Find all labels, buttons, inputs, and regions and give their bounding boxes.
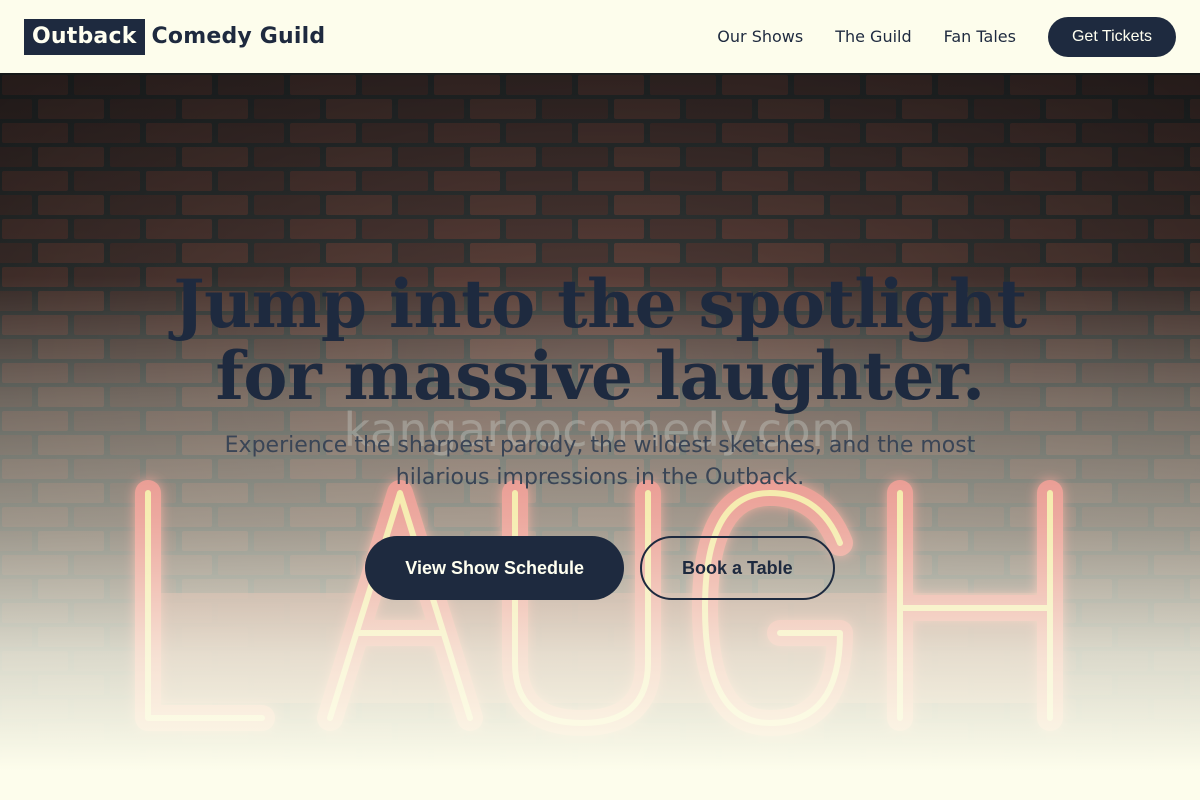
view-show-schedule-button[interactable]: View Show Schedule	[365, 536, 624, 600]
nav-link-fan-tales[interactable]: Fan Tales	[944, 27, 1016, 46]
hero-section: kangaroocomedy.com Jump into the spotlig…	[0, 73, 1200, 800]
site-logo[interactable]: Outback Comedy Guild	[24, 18, 326, 55]
hero-content: Jump into the spotlight for massive laug…	[0, 268, 1200, 600]
main-nav: Our Shows The Guild Fan Tales Get Ticket…	[717, 16, 1176, 57]
hero-subheadline: Experience the sharpest parody, the wild…	[224, 433, 976, 490]
hero-headline: Jump into the spotlight for massive laug…	[0, 268, 1200, 412]
hero-buttons: View Show Schedule Book a Table	[0, 536, 1200, 600]
logo-highlight: Outback	[24, 18, 145, 55]
site-header: Outback Comedy Guild Our Shows The Guild…	[0, 0, 1200, 73]
nav-link-the-guild[interactable]: The Guild	[835, 27, 911, 46]
hero-headline-line1: Jump into the spotlight	[173, 265, 1027, 343]
get-tickets-button[interactable]: Get Tickets	[1047, 16, 1176, 57]
nav-link-our-shows[interactable]: Our Shows	[717, 27, 803, 46]
hero-headline-line2: for massive laughter.	[215, 337, 985, 415]
book-a-table-button[interactable]: Book a Table	[640, 536, 835, 600]
logo-text: Comedy Guild	[151, 24, 326, 49]
